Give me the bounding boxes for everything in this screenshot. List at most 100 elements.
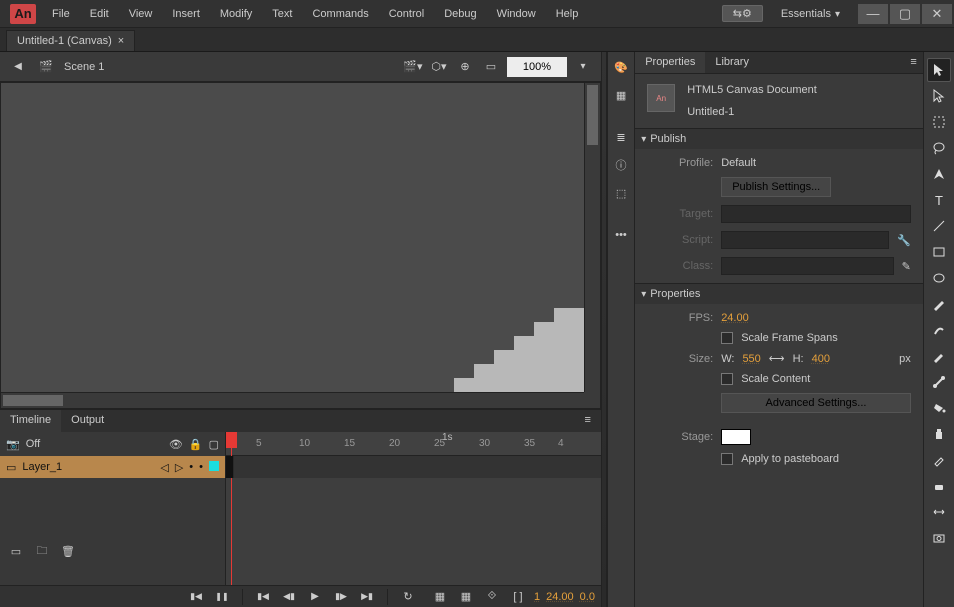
current-frame[interactable]: 1 bbox=[534, 591, 540, 603]
sync-button[interactable]: ⇆⚙ bbox=[722, 5, 763, 22]
scrollbar-horizontal[interactable] bbox=[1, 392, 584, 408]
edit-scene-icon[interactable]: 🎬▾ bbox=[403, 57, 423, 77]
bucket-tool[interactable] bbox=[927, 396, 951, 420]
loop-button[interactable]: ↻ bbox=[398, 587, 418, 607]
time-display[interactable]: 0.0 bbox=[580, 591, 595, 603]
frames-area[interactable]: 1s 1 5 10 15 20 25 30 35 4 bbox=[226, 432, 601, 585]
scale-content-checkbox[interactable] bbox=[721, 373, 733, 385]
brush-tool[interactable] bbox=[927, 318, 951, 342]
layer-color-swatch[interactable] bbox=[209, 461, 219, 471]
play-button[interactable] bbox=[305, 587, 325, 607]
camera-tool[interactable] bbox=[927, 526, 951, 550]
subselection-tool[interactable] bbox=[927, 84, 951, 108]
section-properties-header[interactable]: Properties bbox=[635, 284, 923, 304]
menu-view[interactable]: View bbox=[119, 2, 163, 26]
prev-icon[interactable]: ◁ bbox=[160, 461, 168, 474]
menu-edit[interactable]: Edit bbox=[80, 2, 119, 26]
next-icon[interactable]: ▷ bbox=[175, 461, 183, 474]
onion-skin-button[interactable]: ▦ bbox=[456, 587, 476, 607]
line-tool[interactable] bbox=[927, 214, 951, 238]
lock-icon[interactable]: 🔒 bbox=[189, 438, 203, 451]
advanced-settings-button[interactable]: Advanced Settings... bbox=[721, 393, 911, 413]
eraser-tool[interactable] bbox=[927, 474, 951, 498]
step-back-button[interactable] bbox=[279, 587, 299, 607]
ink-bottle-tool[interactable] bbox=[927, 422, 951, 446]
menu-window[interactable]: Window bbox=[487, 2, 546, 26]
camera-icon[interactable]: 📷 bbox=[6, 438, 20, 451]
section-publish-header[interactable]: Publish bbox=[635, 129, 923, 149]
zoom-dropdown[interactable] bbox=[573, 57, 593, 77]
transform-panel-icon[interactable]: ⬚ bbox=[610, 182, 632, 204]
panel-menu-icon[interactable]: ≡ bbox=[575, 410, 601, 432]
edit-frames-button[interactable]: ⟐ bbox=[482, 587, 502, 607]
scene-label[interactable]: Scene 1 bbox=[64, 61, 104, 73]
menu-file[interactable]: File bbox=[42, 2, 80, 26]
marker-button[interactable]: [ ] bbox=[508, 587, 528, 607]
frame-grid[interactable] bbox=[226, 456, 601, 478]
wrench-icon[interactable]: 🔧 bbox=[897, 234, 911, 247]
new-layer-button[interactable]: ▭ bbox=[6, 541, 26, 561]
scrollbar-thumb[interactable] bbox=[587, 85, 598, 145]
eye-icon[interactable]: 👁 bbox=[169, 438, 183, 451]
symbol-icon[interactable]: ⬡▾ bbox=[429, 57, 449, 77]
layer-lock-dot[interactable]: • bbox=[199, 461, 203, 474]
step-forward-button[interactable] bbox=[331, 587, 351, 607]
pen-tool[interactable] bbox=[927, 162, 951, 186]
onion-button[interactable]: ▦ bbox=[430, 587, 450, 607]
selection-tool[interactable] bbox=[927, 58, 951, 82]
scale-spans-checkbox[interactable] bbox=[721, 332, 733, 344]
oval-tool[interactable] bbox=[927, 266, 951, 290]
clapper-icon[interactable]: 🎬 bbox=[36, 57, 56, 77]
minimize-button[interactable]: — bbox=[858, 4, 888, 24]
pencil-icon[interactable]: ✎ bbox=[902, 260, 911, 273]
width-tool[interactable] bbox=[927, 500, 951, 524]
info-panel-icon[interactable]: ⓘ bbox=[610, 154, 632, 176]
menu-help[interactable]: Help bbox=[546, 2, 589, 26]
tab-output[interactable]: Output bbox=[61, 410, 114, 432]
outline-icon[interactable]: ▢ bbox=[209, 438, 219, 451]
stage-color-swatch[interactable] bbox=[721, 429, 751, 445]
keyframe[interactable] bbox=[226, 456, 234, 478]
fps-display[interactable]: 24.00 bbox=[546, 591, 574, 603]
brush-panel-icon[interactable]: ••• bbox=[610, 224, 632, 246]
pause-button[interactable] bbox=[212, 587, 232, 607]
lasso-tool[interactable] bbox=[927, 136, 951, 160]
link-icon[interactable]: ⟷ bbox=[769, 352, 785, 365]
layer-row[interactable]: ▭ Layer_1 ◁ ▷ • • bbox=[0, 456, 225, 478]
playhead-cap[interactable] bbox=[226, 432, 237, 448]
paint-brush-tool[interactable] bbox=[927, 344, 951, 368]
zoom-input[interactable]: 100% bbox=[507, 57, 567, 77]
frame-ruler[interactable]: 1s 1 5 10 15 20 25 30 35 4 bbox=[226, 432, 601, 456]
color-panel-icon[interactable]: 🎨 bbox=[610, 56, 632, 78]
menu-control[interactable]: Control bbox=[379, 2, 434, 26]
publish-settings-button[interactable]: Publish Settings... bbox=[721, 177, 831, 197]
pencil-tool[interactable] bbox=[927, 292, 951, 316]
document-tab[interactable]: Untitled-1 (Canvas) × bbox=[6, 30, 135, 51]
stage-area[interactable] bbox=[0, 82, 601, 409]
text-tool[interactable]: T bbox=[927, 188, 951, 212]
goto-start-button[interactable] bbox=[186, 587, 206, 607]
workspace-switcher[interactable]: Essentials bbox=[773, 6, 848, 22]
delete-layer-button[interactable]: 🗑 bbox=[58, 541, 78, 561]
height-input[interactable]: 400 bbox=[812, 353, 830, 365]
apply-pasteboard-checkbox[interactable] bbox=[721, 453, 733, 465]
width-input[interactable]: 550 bbox=[742, 353, 760, 365]
scrollbar-vertical[interactable] bbox=[584, 83, 600, 392]
layer-visible-dot[interactable]: • bbox=[189, 461, 193, 474]
last-frame-button[interactable] bbox=[357, 587, 377, 607]
clip-icon[interactable]: ▭ bbox=[481, 57, 501, 77]
menu-debug[interactable]: Debug bbox=[434, 2, 486, 26]
swatches-panel-icon[interactable]: ▦ bbox=[610, 84, 632, 106]
close-button[interactable]: ✕ bbox=[922, 4, 952, 24]
menu-modify[interactable]: Modify bbox=[210, 2, 262, 26]
new-folder-button[interactable]: 🗀 bbox=[32, 541, 52, 561]
first-frame-button[interactable] bbox=[253, 587, 273, 607]
bone-tool[interactable] bbox=[927, 370, 951, 394]
tab-properties[interactable]: Properties bbox=[635, 52, 705, 73]
scrollbar-thumb[interactable] bbox=[3, 395, 63, 406]
maximize-button[interactable]: ▢ bbox=[890, 4, 920, 24]
center-stage-icon[interactable]: ⊕ bbox=[455, 57, 475, 77]
close-icon[interactable]: × bbox=[118, 35, 124, 47]
layer-name[interactable]: Layer_1 bbox=[22, 461, 62, 473]
menu-text[interactable]: Text bbox=[262, 2, 302, 26]
